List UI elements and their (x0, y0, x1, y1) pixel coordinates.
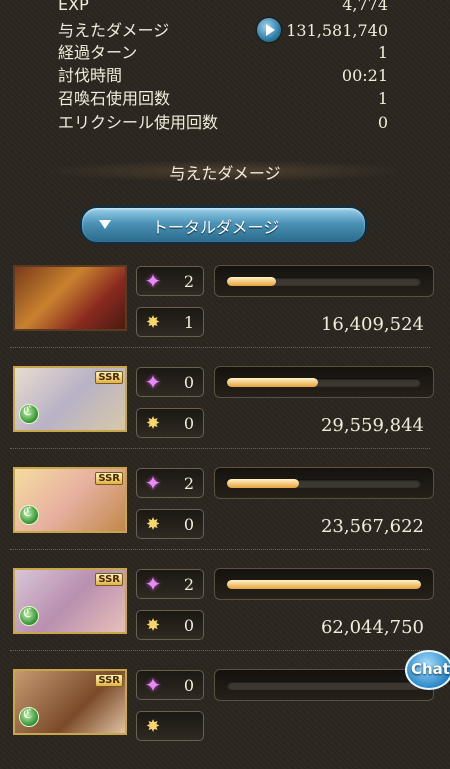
burst-icon: ✸ (146, 616, 160, 634)
stat-label: 経過ターン (58, 43, 138, 62)
skill-count-value: 2 (183, 272, 194, 291)
gauge-fill (227, 277, 276, 286)
stat-label: エリクシール使用回数 (58, 113, 219, 132)
burst-icon: ✸ (146, 515, 160, 533)
skill-count: ✦ 0 (136, 367, 204, 397)
chat-label: Chat (411, 660, 450, 678)
ougi-count-value: 0 (183, 414, 194, 433)
gauge-track (227, 378, 421, 387)
sparkle-icon: ✦ (144, 269, 162, 293)
gauge-track (227, 479, 421, 488)
stat-value: 1 (377, 89, 388, 108)
skill-count-value: 0 (183, 676, 194, 695)
character-row: SSR✦0✸029,559,844 (0, 366, 450, 466)
character-row: SSR✦0✸ (0, 669, 450, 769)
stat-label: EXP (58, 0, 89, 14)
brown-hair-man-portrait[interactable]: SSR (13, 669, 127, 735)
stat-label: 与えたダメージ (58, 21, 170, 40)
triangle-down-icon (99, 220, 111, 229)
skill-count: ✦ 2 (136, 266, 204, 296)
ougi-count-value: 0 (183, 616, 194, 635)
ssr-badge: SSR (95, 674, 123, 687)
skill-count-value: 0 (183, 373, 194, 392)
row-divider (10, 549, 430, 551)
stat-value: 0 (377, 113, 388, 132)
sparkle-icon: ✦ (144, 370, 162, 394)
burst-icon: ✸ (146, 313, 160, 331)
ougi-count-value: 1 (183, 313, 194, 332)
blonde-girl-portrait[interactable]: SSR (13, 467, 127, 533)
ougi-count: ✸ 0 (136, 408, 204, 438)
character-row: ✦ 2 ✸ 1 16,409,524 (0, 265, 450, 365)
character-row: SSR✦2✸023,567,622 (0, 467, 450, 567)
skill-count: ✦ 2 (136, 468, 204, 498)
gauge-fill (227, 378, 319, 387)
ssr-badge: SSR (95, 472, 123, 485)
damage-gauge (214, 366, 434, 398)
skill-count: ✦ 0 (136, 670, 204, 700)
chat-button[interactable]: Chat (405, 650, 450, 690)
gauge-fill (227, 479, 299, 488)
stat-damage: 与えたダメージ 131,581,740 (58, 18, 388, 42)
play-icon[interactable] (257, 18, 281, 42)
dropdown-label: トータルダメージ (152, 218, 280, 237)
ssr-badge: SSR (95, 573, 123, 586)
ougi-count: ✸ 0 (136, 509, 204, 539)
wind-element-icon (19, 707, 39, 727)
sparkle-icon: ✦ (144, 673, 162, 697)
ougi-count: ✸ 0 (136, 610, 204, 640)
stat-time: 討伐時間 00:21 (58, 65, 388, 87)
row-divider (10, 347, 430, 349)
stat-value: 131,581,740 (286, 21, 388, 40)
stat-label: 討伐時間 (58, 66, 123, 85)
stat-exp: EXP 4,774 (58, 0, 388, 16)
wind-element-icon (19, 404, 39, 424)
character-row: SSR✦2✸062,044,750 (0, 568, 450, 668)
stat-elixir: エリクシール使用回数 0 (58, 112, 388, 134)
pink-hair-girl-portrait[interactable]: SSR (13, 568, 127, 634)
knights-portrait[interactable] (13, 265, 127, 331)
ssr-badge: SSR (95, 371, 123, 384)
ougi-count: ✸ (136, 711, 204, 741)
row-divider (10, 650, 430, 652)
gauge-track (227, 580, 421, 589)
battle-stats: EXP 4,774 与えたダメージ 131,581,740 経過ターン 1 討伐… (0, 0, 450, 150)
ougi-count: ✸ 1 (136, 307, 204, 337)
damage-gauge (214, 568, 434, 600)
skill-count-value: 2 (183, 474, 194, 493)
stat-value: 1 (377, 43, 388, 62)
burst-icon: ✸ (146, 717, 160, 735)
gauge-fill (227, 580, 421, 589)
stat-summons: 召喚石使用回数 1 (58, 88, 388, 110)
damage-type-dropdown[interactable]: トータルダメージ (80, 206, 367, 244)
damage-gauge (214, 669, 434, 701)
silver-hair-man-portrait[interactable]: SSR (13, 366, 127, 432)
wind-element-icon (19, 505, 39, 525)
wind-element-icon (19, 606, 39, 626)
character-damage: 29,559,844 (320, 415, 424, 436)
stat-value: 00:21 (341, 66, 388, 85)
character-damage: 16,409,524 (320, 314, 424, 335)
ougi-count-value: 0 (183, 515, 194, 534)
sparkle-icon: ✦ (144, 471, 162, 495)
skill-count: ✦ 2 (136, 569, 204, 599)
damage-gauge (214, 467, 434, 499)
gauge-track (227, 681, 421, 690)
character-damage: 62,044,750 (320, 617, 424, 638)
gauge-track (227, 277, 421, 286)
burst-icon: ✸ (146, 414, 160, 432)
row-divider (10, 448, 430, 450)
skill-count-value: 2 (183, 575, 194, 594)
character-damage: 23,567,622 (320, 516, 424, 537)
stat-turns: 経過ターン 1 (58, 42, 388, 64)
damage-gauge (214, 265, 434, 297)
stat-label: 召喚石使用回数 (58, 89, 171, 108)
section-title: 与えたダメージ (40, 160, 410, 183)
stat-value: 4,774 (342, 0, 388, 14)
sparkle-icon: ✦ (144, 572, 162, 596)
